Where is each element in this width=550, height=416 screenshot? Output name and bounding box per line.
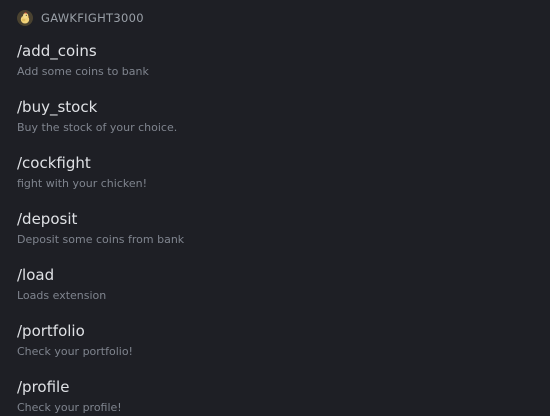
- command-description: fight with your chicken!: [17, 177, 148, 190]
- command-list: /add_coins Add some coins to bank /buy_s…: [17, 41, 537, 416]
- chicken-avatar-icon: [17, 10, 33, 26]
- command-item-portfolio[interactable]: /portfolio Check your portfolio!: [17, 321, 537, 377]
- command-name: /load: [17, 266, 55, 284]
- command-item-load[interactable]: /load Loads extension: [17, 265, 537, 321]
- command-item-deposit[interactable]: /deposit Deposit some coins from bank: [17, 209, 537, 265]
- command-description: Check your portfolio!: [17, 345, 133, 358]
- command-item-buy-stock[interactable]: /buy_stock Buy the stock of your choice.: [17, 97, 537, 153]
- command-description: Buy the stock of your choice.: [17, 121, 178, 134]
- app-name: GAWKFIGHT3000: [41, 11, 144, 25]
- command-name: /add_coins: [17, 42, 97, 60]
- command-picker-panel: GAWKFIGHT3000 /add_coins Add some coins …: [0, 0, 550, 416]
- command-description: Loads extension: [17, 289, 107, 302]
- command-description: Check your profile!: [17, 401, 122, 414]
- command-name: /deposit: [17, 210, 78, 228]
- command-name: /portfolio: [17, 322, 85, 340]
- command-description: Add some coins to bank: [17, 65, 149, 78]
- command-name: /cockfight: [17, 154, 91, 172]
- command-name: /profile: [17, 378, 70, 396]
- command-item-add-coins[interactable]: /add_coins Add some coins to bank: [17, 41, 537, 97]
- command-item-cockfight[interactable]: /cockfight fight with your chicken!: [17, 153, 537, 209]
- command-name: /buy_stock: [17, 98, 98, 116]
- command-description: Deposit some coins from bank: [17, 233, 185, 246]
- command-item-profile[interactable]: /profile Check your profile!: [17, 377, 537, 416]
- app-header: GAWKFIGHT3000: [17, 9, 144, 27]
